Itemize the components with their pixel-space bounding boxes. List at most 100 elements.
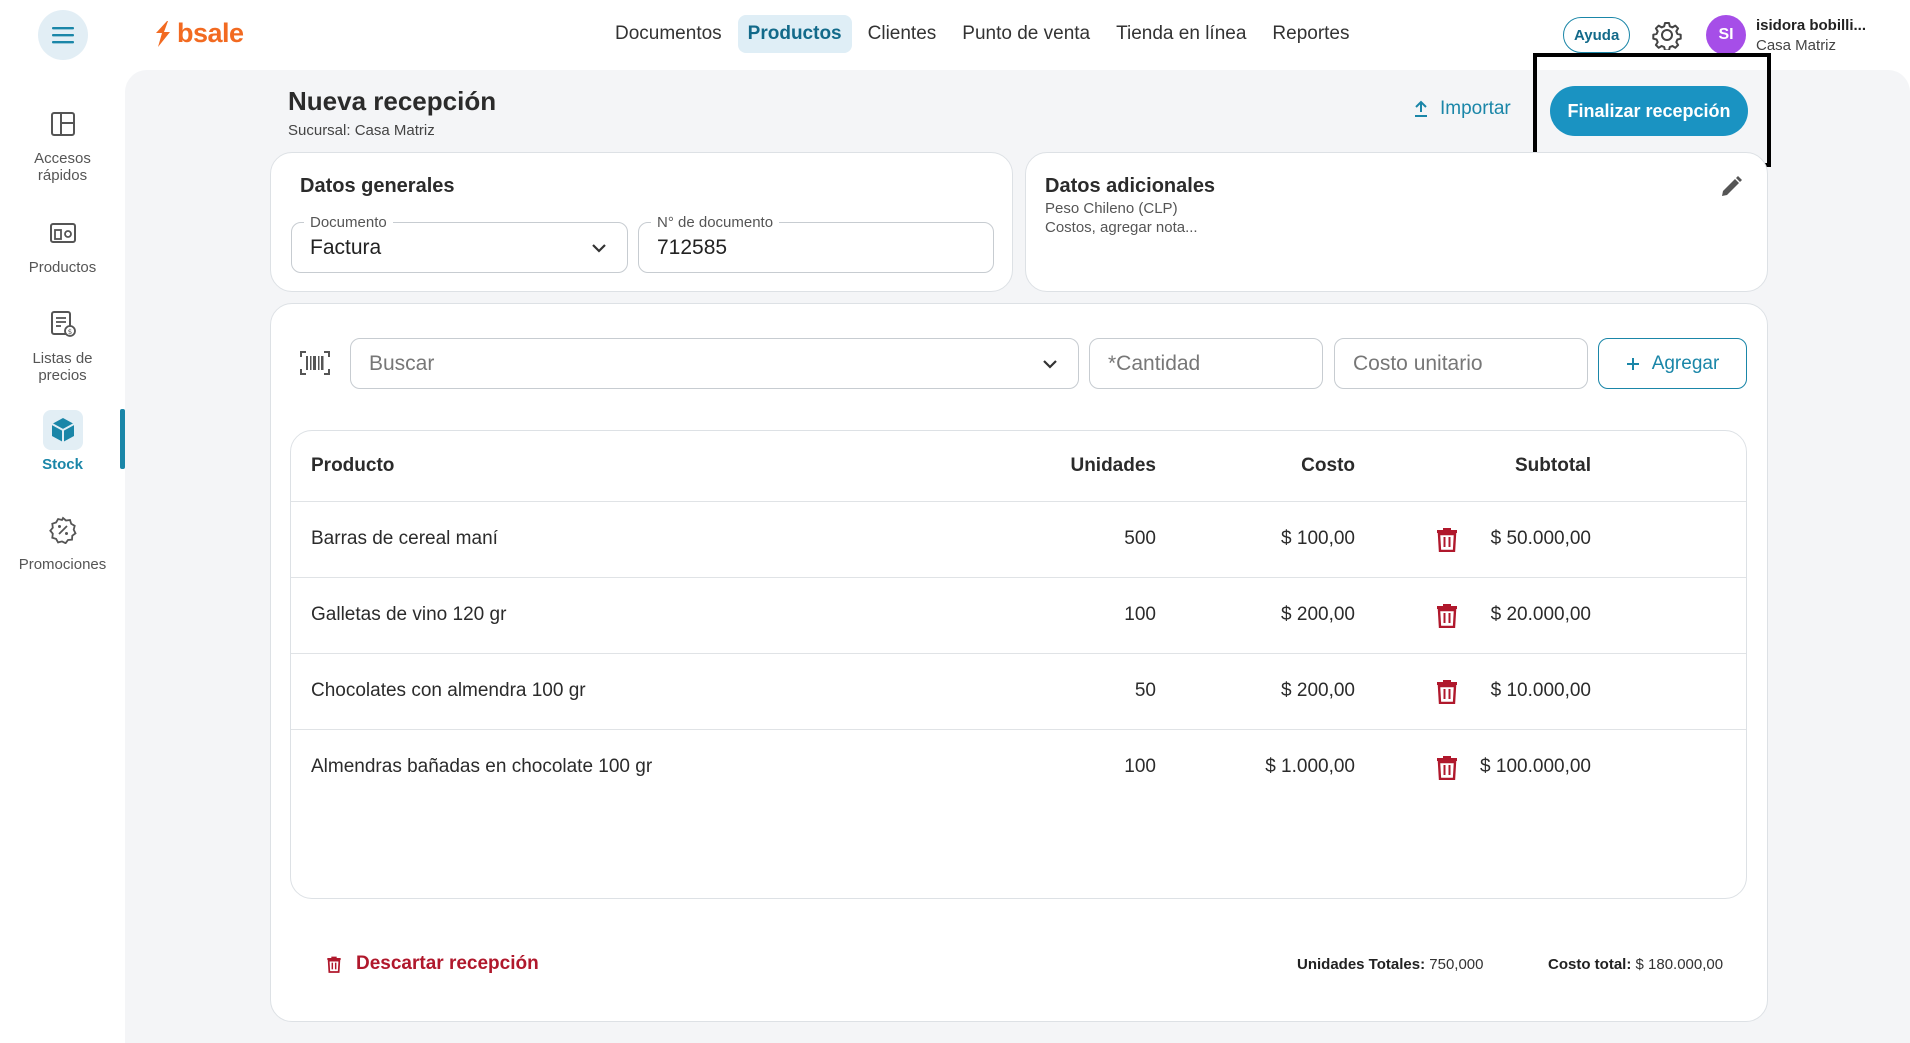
document-select[interactable]: Documento Factura (291, 214, 628, 273)
trash-icon[interactable] (1435, 526, 1459, 552)
box-icon (42, 410, 83, 450)
table-row-units: 500 (1124, 528, 1156, 549)
nav-clientes[interactable]: Clientes (858, 15, 947, 53)
table-row-product: Barras de cereal maní (311, 528, 498, 549)
nav-punto-de-venta[interactable]: Punto de venta (952, 15, 1100, 53)
products-table: Producto Unidades Costo Subtotal Barras … (290, 430, 1747, 899)
import-button[interactable]: Importar (1412, 98, 1511, 120)
column-header-product[interactable]: Producto (311, 455, 394, 477)
column-header-subtotal[interactable]: Subtotal (1515, 455, 1591, 477)
pencil-icon[interactable] (1719, 175, 1743, 199)
table-row-product: Galletas de vino 120 gr (311, 604, 507, 625)
table-row-cost: $ 100,00 (1281, 528, 1355, 549)
sidebar-item-stock[interactable]: Stock (0, 410, 125, 473)
trash-icon[interactable] (1435, 678, 1459, 704)
document-number-field[interactable]: N° de documento 712585 (638, 214, 994, 273)
chevron-down-icon (592, 244, 606, 253)
nav-reportes[interactable]: Reportes (1262, 15, 1359, 53)
table-row-product: Almendras bañadas en chocolate 100 gr (311, 756, 653, 777)
nav-productos[interactable]: Productos (737, 15, 852, 53)
unit-cost-placeholder: Costo unitario (1353, 352, 1483, 375)
sidebar-item-label: Listas de precios (32, 350, 93, 384)
add-button[interactable]: Agregar (1598, 338, 1747, 389)
document-number-value: 712585 (657, 236, 728, 259)
sidebar-item-listas-de-precios[interactable]: $ Listas de precios (0, 304, 125, 384)
discard-label: Descartar recepción (356, 953, 539, 974)
general-data-card: Datos generales Documento Factura N° de … (270, 152, 1013, 292)
plus-icon (1626, 357, 1639, 370)
help-button[interactable]: Ayuda (1563, 17, 1631, 53)
quantity-placeholder: *Cantidad (1108, 352, 1201, 375)
cost-total-label: Costo total: (1548, 956, 1632, 973)
add-label: Agregar (1651, 352, 1720, 374)
gear-icon[interactable] (1652, 20, 1682, 50)
hamburger-icon (52, 27, 74, 44)
document-number-label: N° de documento (651, 214, 780, 231)
hamburger-menu-button[interactable] (38, 10, 88, 60)
sidebar-item-promociones[interactable]: Promociones (0, 510, 125, 573)
page-title: Nueva recepción (288, 86, 497, 116)
sidebar-item-label: Promociones (18, 556, 107, 573)
table-row-subtotal: $ 100.000,00 (1480, 756, 1591, 777)
import-label: Importar (1440, 98, 1511, 119)
trash-icon[interactable] (1435, 754, 1459, 780)
layout-icon (43, 104, 83, 144)
nav-documentos[interactable]: Documentos (605, 15, 732, 53)
additional-data-title: Datos adicionales (1045, 175, 1216, 197)
cost-total: Costo total: $ 180.000,00 (1548, 956, 1723, 973)
discount-icon (43, 510, 83, 550)
additional-data-card[interactable]: Datos adicionales Peso Chileno (CLP) Cos… (1025, 152, 1768, 292)
general-data-title: Datos generales (300, 175, 455, 197)
table-row-product: Chocolates con almendra 100 gr (311, 680, 586, 701)
nav-tienda-en-linea[interactable]: Tienda en línea (1106, 15, 1256, 53)
table-row-cost: $ 200,00 (1281, 604, 1355, 625)
document-value: Factura (310, 236, 382, 259)
upload-icon (1415, 100, 1427, 117)
page-subtitle: Sucursal: Casa Matriz (288, 122, 435, 139)
table-row-subtotal: $ 10.000,00 (1490, 680, 1591, 701)
brand-name: bsale (177, 18, 244, 48)
table-row-units: 50 (1134, 680, 1156, 701)
sidebar-item-accesos-rapidos[interactable]: Accesos rápidos (0, 104, 125, 184)
discard-reception-button[interactable]: Descartar recepción (326, 953, 539, 975)
sidebar-item-productos[interactable]: Productos (0, 213, 125, 276)
user-name[interactable]: isidora bobilli... (1756, 17, 1866, 34)
product-search-input[interactable]: Buscar (350, 338, 1079, 389)
units-total: Unidades Totales: 750,000 (1297, 956, 1484, 973)
column-header-cost[interactable]: Costo (1301, 455, 1355, 477)
divider (291, 653, 1746, 654)
brand-logo[interactable]: bsale (153, 18, 244, 49)
chevron-down-icon (1043, 360, 1057, 369)
note-text: Costos, agregar nota... (1045, 219, 1198, 236)
table-row-units: 100 (1124, 604, 1156, 625)
currency-text: Peso Chileno (CLP) (1045, 200, 1178, 217)
user-branch: Casa Matriz (1756, 37, 1837, 54)
svg-text:$: $ (67, 328, 71, 336)
main-nav: Documentos Productos Clientes Punto de v… (605, 15, 1360, 53)
trash-icon[interactable] (1435, 602, 1459, 628)
divider (291, 501, 1746, 502)
highlight-box (1533, 53, 1771, 167)
sidebar: Accesos rápidos Productos $ Listas de pr… (0, 70, 125, 1043)
table-row-units: 100 (1124, 756, 1156, 777)
units-total-value: 750,000 (1429, 956, 1484, 973)
avatar[interactable]: SI (1706, 15, 1746, 55)
sidebar-item-label: Stock (42, 456, 83, 473)
table-row-cost: $ 1.000,00 (1265, 756, 1355, 777)
quantity-input[interactable]: *Cantidad (1089, 338, 1323, 389)
table-row-subtotal: $ 20.000,00 (1490, 604, 1591, 625)
barcode-icon[interactable] (300, 351, 330, 375)
column-header-units[interactable]: Unidades (1070, 455, 1156, 477)
divider (291, 729, 1746, 730)
products-icon (43, 213, 83, 253)
search-placeholder: Buscar (369, 352, 435, 375)
sidebar-item-label: Accesos rápidos (34, 150, 91, 184)
divider (291, 577, 1746, 578)
document-label: Documento (304, 214, 393, 231)
trash-icon (327, 956, 341, 973)
unit-cost-input[interactable]: Costo unitario (1334, 338, 1588, 389)
bolt-logo-icon (156, 20, 170, 47)
sidebar-item-label: Productos (28, 259, 97, 276)
price-list-icon: $ (43, 304, 83, 344)
units-total-label: Unidades Totales: (1297, 956, 1426, 973)
